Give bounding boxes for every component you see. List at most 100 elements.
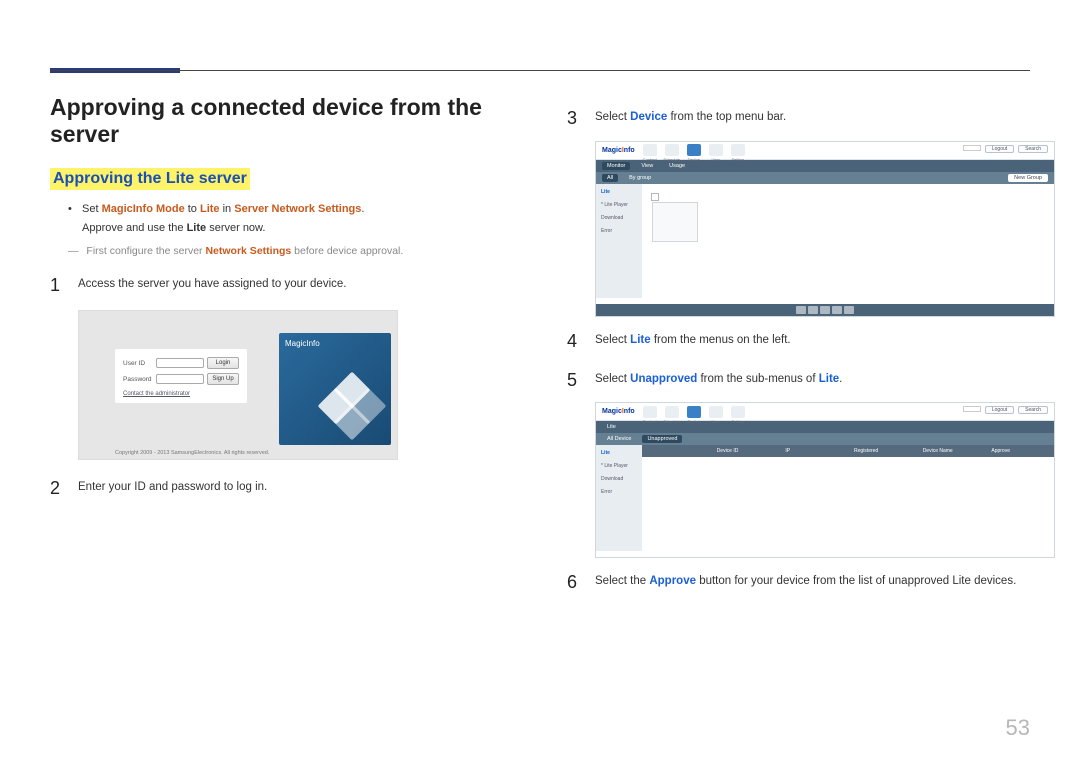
step-text: Select Device from the top menu bar. [595,104,786,133]
sidebar-lite[interactable]: Lite [599,449,639,457]
config-note: First configure the server Network Setti… [68,245,507,257]
sidebar-error[interactable]: Error [599,227,639,235]
step-5: 5 Select Unapproved from the sub-menus o… [567,366,1030,395]
header-right: Logout Search [963,145,1048,153]
top-nav-icons [643,144,745,156]
login-screenshot: User ID Login Password Sign Up Contact t… [78,310,398,460]
section-heading: Approving the Lite server [50,168,250,190]
user-id-label: User ID [123,360,153,367]
sidebar-lite-player[interactable]: * Lite Player [599,462,639,470]
step-text: Select Lite from the menus on the left. [595,327,791,356]
login-copyright: Copyright 2009 - 2013 SamsungElectronics… [115,450,269,456]
search-pill[interactable]: Search [1018,145,1048,153]
top-nav-icons [643,406,745,418]
col-registered[interactable]: Registered [848,448,917,454]
step-text: Enter your ID and password to log in. [78,474,267,503]
table-header: Device ID IP Registered Device Name Appr… [642,445,1054,457]
nav-user-icon[interactable] [709,144,723,156]
sub-by-group[interactable]: By group [624,174,656,182]
step-3: 3 Select Device from the top menu bar. [567,104,1030,133]
contact-admin-link[interactable]: Contact the administrator [123,391,239,397]
login-button[interactable]: Login [207,357,239,369]
pager-icon[interactable] [844,306,854,314]
nav-content-icon[interactable] [643,406,657,418]
sidebar-error[interactable]: Error [599,488,639,496]
footer-bar [596,304,1054,316]
col-approve[interactable]: Approve [985,448,1054,454]
pager-icon[interactable] [796,306,806,314]
sub-unapproved[interactable]: Unapproved [642,435,682,443]
step-text: Select the Approve button for your devic… [595,568,1016,597]
step-text: Select Unapproved from the sub-menus of … [595,366,842,395]
step-6: 6 Select the Approve button for your dev… [567,568,1030,597]
login-form: User ID Login Password Sign Up Contact t… [115,349,247,403]
left-column: Approving a connected device from the se… [50,94,507,605]
header-rule [50,70,1030,71]
right-column: 3 Select Device from the top menu bar. M… [567,94,1030,605]
step-text: Access the server you have assigned to y… [78,271,346,300]
user-id-field[interactable] [156,358,204,368]
search-pill[interactable]: Search [1018,406,1048,414]
page-number: 53 [1006,715,1030,741]
step-number: 5 [567,366,595,395]
step-number: 6 [567,568,595,597]
bullet-line-2: Approve and use the Lite server now. [82,219,265,238]
header-right: Logout Search [963,406,1048,414]
sub-all-device[interactable]: All Device [602,435,636,443]
secondary-tab-bar: All By group New Group [596,172,1054,184]
signup-button[interactable]: Sign Up [207,373,239,385]
device-thumb[interactable] [652,202,698,242]
app-logo: MagicInfo [602,147,635,154]
nav-schedule-icon[interactable] [665,406,679,418]
tab-monitor[interactable]: Monitor [602,162,630,170]
logout-pill[interactable]: Logout [985,406,1014,414]
password-field[interactable] [156,374,204,384]
brand-tile-label: MagicInfo [285,339,320,348]
lang-icon[interactable] [963,145,981,151]
brand-tile: MagicInfo [279,333,391,445]
nav-schedule-icon[interactable] [665,144,679,156]
step-number: 4 [567,327,595,356]
nav-content-icon[interactable] [643,144,657,156]
step-2: 2 Enter your ID and password to log in. [50,474,507,503]
pager-icon[interactable] [808,306,818,314]
tab-view[interactable]: View [636,162,658,170]
secondary-tab-bar: All Device Unapproved [596,433,1054,445]
nav-device-icon[interactable] [687,406,701,418]
step-1: 1 Access the server you have assigned to… [50,271,507,300]
checkbox-icon[interactable] [651,193,659,201]
nav-device-icon[interactable] [687,144,701,156]
step-number: 3 [567,104,595,133]
intro-bullets: • Set MagicInfo Mode to Lite in Server N… [68,200,507,237]
nav-setting-icon[interactable] [731,144,745,156]
new-group-button[interactable]: New Group [1008,174,1048,182]
tab-usage[interactable]: Usage [664,162,690,170]
sidebar-lite-player[interactable]: * Lite Player [599,201,639,209]
pager-icon[interactable] [832,306,842,314]
col-ip[interactable]: IP [779,448,848,454]
left-sidebar: Lite * Lite Player Download Error [596,184,642,298]
left-sidebar: Lite * Lite Player Download Error [596,445,642,551]
step-number: 1 [50,271,78,300]
sidebar-lite[interactable]: Lite [599,188,639,196]
sidebar-download[interactable]: Download [599,214,639,222]
nav-user-icon[interactable] [709,406,723,418]
app-screenshot-2: MagicInfo Logout Search Lite All D [595,402,1055,558]
content-pane [642,184,1054,298]
app-screenshot-1: MagicInfo Logout Search Monitor View Usa [595,141,1055,317]
sidebar-download[interactable]: Download [599,475,639,483]
nav-setting-icon[interactable] [731,406,745,418]
lang-icon[interactable] [963,406,981,412]
app-header: MagicInfo Logout Search [596,142,1054,160]
app-logo: MagicInfo [602,408,635,415]
tab-lite[interactable]: Lite [602,423,621,431]
content-pane: Device ID IP Registered Device Name Appr… [642,445,1054,551]
col-device-id[interactable]: Device ID [711,448,780,454]
col-device-name[interactable]: Device Name [917,448,986,454]
sub-all[interactable]: All [602,174,618,182]
pager-icon[interactable] [820,306,830,314]
page-title: Approving a connected device from the se… [50,94,507,148]
logout-pill[interactable]: Logout [985,145,1014,153]
step-4: 4 Select Lite from the menus on the left… [567,327,1030,356]
bullet-dot: • [68,200,82,219]
